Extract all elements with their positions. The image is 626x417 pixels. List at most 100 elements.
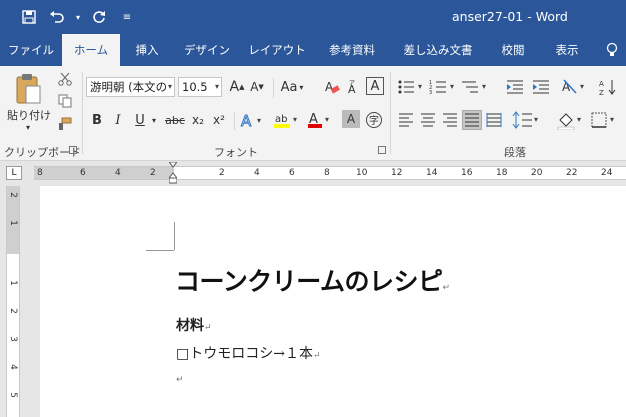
customize-qat-icon[interactable]: ≡ xyxy=(116,6,138,28)
font-name-dropdown-icon[interactable]: ▾ xyxy=(168,78,172,96)
ruler-number: 4 xyxy=(115,168,121,178)
ruler-number: 20 xyxy=(531,168,543,178)
text-effects-icon[interactable]: A ▾ xyxy=(240,110,266,130)
change-case-icon[interactable]: Aa ▾ xyxy=(278,77,306,97)
horizontal-ruler-area: L 8 6 4 2 2 4 6 8 10 12 14 16 18 20 22 2… xyxy=(0,161,626,186)
ruler-number: 8 xyxy=(324,168,330,178)
shading-icon[interactable]: ▾ xyxy=(556,110,586,130)
font-group-label: フォント xyxy=(214,146,258,159)
svg-text:ア: ア xyxy=(349,80,355,87)
ruler-number: 22 xyxy=(566,168,578,178)
document-heading[interactable]: コーンクリームのレシピ↵ xyxy=(175,262,450,298)
tab-home[interactable]: ホーム xyxy=(62,34,120,66)
redo-icon[interactable] xyxy=(88,6,110,28)
superscript-button[interactable]: x² xyxy=(210,110,228,130)
tab-layout[interactable]: レイアウト xyxy=(243,34,311,66)
ingredient-line[interactable]: □トウモロコシ→１本↵ xyxy=(176,343,321,363)
paragraph-mark: ↵ xyxy=(204,323,212,333)
ruler-number: 24 xyxy=(601,168,613,178)
ruler-number: 16 xyxy=(461,168,473,178)
borders-icon[interactable]: ▾ xyxy=(590,110,620,130)
character-border-icon[interactable]: A xyxy=(366,77,384,95)
paragraph-group-label: 段落 xyxy=(504,146,526,159)
tab-mailings[interactable]: 差し込み文書 xyxy=(392,34,484,66)
underline-dropdown-icon[interactable]: ▾ xyxy=(149,110,159,130)
cut-icon[interactable] xyxy=(56,71,74,87)
numbering-icon[interactable]: 1 2 3 ▾ xyxy=(428,77,458,97)
tab-review[interactable]: 校閲 xyxy=(490,34,536,66)
tab-references[interactable]: 参考資料 xyxy=(318,34,386,66)
distributed-icon[interactable] xyxy=(484,110,504,130)
tab-insert[interactable]: 挿入 xyxy=(122,34,172,66)
clipboard-launcher-icon[interactable] xyxy=(69,146,77,154)
bullets-icon[interactable]: ▾ xyxy=(396,77,426,97)
copy-icon[interactable] xyxy=(56,93,74,109)
vruler-number: 3 xyxy=(8,336,18,342)
svg-text:▾: ▾ xyxy=(610,115,614,124)
horizontal-ruler[interactable]: 8 6 4 2 2 4 6 8 10 12 14 16 18 20 22 24 xyxy=(34,161,626,184)
enclose-characters-icon[interactable]: 字 xyxy=(364,110,384,130)
line-spacing-icon[interactable]: ▾ xyxy=(512,110,542,130)
underline-button[interactable]: U xyxy=(131,110,149,130)
character-shading-icon[interactable]: A xyxy=(342,110,360,128)
tab-view[interactable]: 表示 xyxy=(542,34,592,66)
highlight-color-icon[interactable]: ab ▾ xyxy=(272,110,302,130)
asian-layout-icon[interactable]: A ▾ xyxy=(560,77,590,97)
sort-icon[interactable]: AZ xyxy=(598,77,620,97)
align-center-icon[interactable] xyxy=(418,110,438,130)
svg-text:A: A xyxy=(599,80,604,88)
document-subheading[interactable]: 材料↵ xyxy=(176,315,212,335)
save-icon[interactable] xyxy=(18,6,40,28)
document-title: anser27-01 - Word xyxy=(452,9,568,24)
paragraph-mark: ↵ xyxy=(312,351,321,361)
increase-indent-icon[interactable] xyxy=(530,77,552,97)
clear-formatting-icon[interactable]: A xyxy=(322,77,342,97)
align-left-icon[interactable] xyxy=(396,110,416,130)
format-painter-icon[interactable] xyxy=(56,116,74,132)
phonetic-guide-icon[interactable]: Aア xyxy=(344,77,364,97)
align-right-icon[interactable] xyxy=(440,110,460,130)
italic-button[interactable]: I xyxy=(109,110,127,130)
svg-text:A: A xyxy=(241,112,252,129)
undo-icon[interactable] xyxy=(46,6,68,28)
shrink-font-icon[interactable]: A ▼ xyxy=(248,77,266,97)
group-divider-2 xyxy=(390,72,391,154)
indent-marker-icon[interactable] xyxy=(167,161,179,184)
font-inner-divider xyxy=(273,78,274,98)
bold-button[interactable]: B xyxy=(88,110,106,130)
svg-text:▾: ▾ xyxy=(418,82,422,91)
ruler-number: 14 xyxy=(426,168,438,178)
font-size-dropdown-icon[interactable]: ▾ xyxy=(215,78,219,96)
ribbon-tabs: ファイル ホーム 挿入 デザイン レイアウト 参考資料 差し込み文書 校閲 表示 xyxy=(0,34,626,66)
ruler-number: 6 xyxy=(80,168,86,178)
ruler-number: 18 xyxy=(496,168,508,178)
font-launcher-icon[interactable] xyxy=(378,146,386,154)
grow-font-icon[interactable]: A ▲ xyxy=(228,77,246,97)
font-color-icon[interactable]: A ▾ xyxy=(306,110,334,130)
svg-text:▾: ▾ xyxy=(580,82,584,91)
justify-icon[interactable] xyxy=(462,110,482,130)
font-size-combo[interactable]: 10.5 ▾ xyxy=(178,77,222,97)
tab-design[interactable]: デザイン xyxy=(176,34,238,66)
tab-selector-icon[interactable]: L xyxy=(6,166,22,180)
multilevel-list-icon[interactable]: ▾ xyxy=(460,77,490,97)
vruler-number: 1 xyxy=(8,280,18,286)
decrease-indent-icon[interactable] xyxy=(504,77,526,97)
paste-button[interactable]: 貼り付け xyxy=(6,108,52,122)
group-divider xyxy=(82,72,83,154)
paste-dropdown-icon[interactable]: ▾ xyxy=(22,122,34,132)
empty-paragraph-mark[interactable]: ↵ xyxy=(176,375,184,385)
ruler-number: 12 xyxy=(391,168,403,178)
strikethrough-button[interactable]: abc xyxy=(164,110,186,130)
font-name-combo[interactable]: 游明朝 (本文の ▾ xyxy=(86,77,175,97)
tab-file[interactable]: ファイル xyxy=(0,34,62,66)
paste-icon[interactable] xyxy=(10,72,46,106)
ruler-number: 4 xyxy=(254,168,260,178)
lightbulb-icon[interactable] xyxy=(606,42,618,61)
document-page[interactable] xyxy=(40,186,626,417)
subscript-button[interactable]: x₂ xyxy=(189,110,207,130)
undo-dropdown-icon[interactable]: ▾ xyxy=(74,6,82,28)
vruler-number: 4 xyxy=(8,364,18,370)
vertical-ruler[interactable]: 2 1 1 2 3 4 5 xyxy=(6,186,20,417)
svg-text:ab: ab xyxy=(275,114,287,125)
